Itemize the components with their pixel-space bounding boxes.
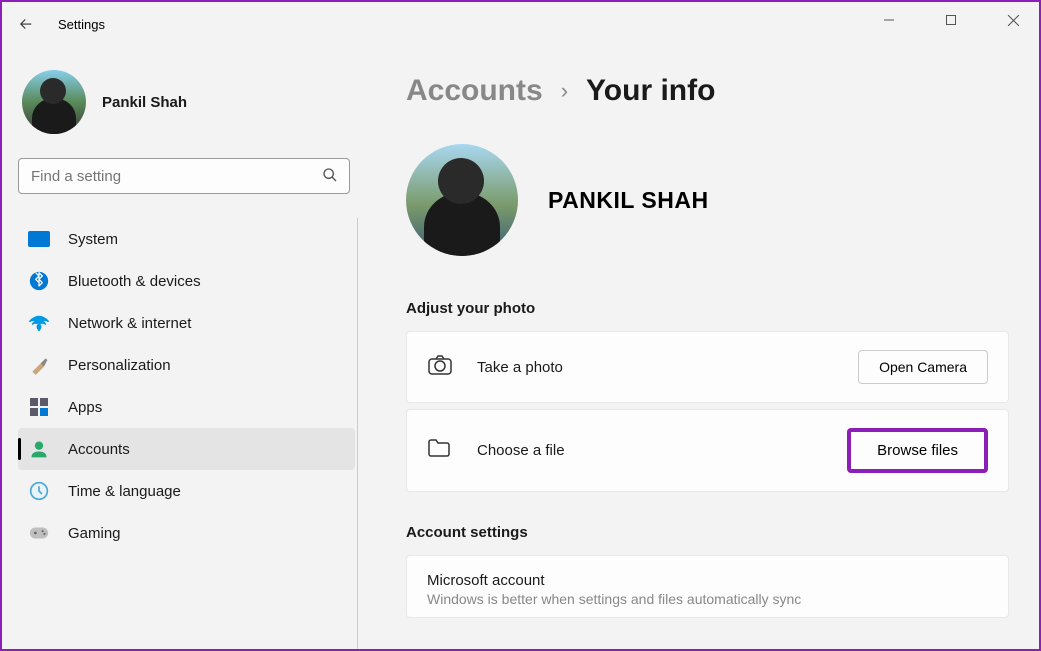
ms-account-title: Microsoft account [427, 572, 988, 589]
minimize-button[interactable] [869, 6, 909, 34]
microsoft-account-card[interactable]: Microsoft account Windows is better when… [406, 555, 1009, 618]
system-icon [28, 228, 50, 250]
nav-personalization[interactable]: Personalization [18, 344, 355, 386]
maximize-button[interactable] [931, 6, 971, 34]
take-photo-card: Take a photo Open Camera [406, 331, 1009, 403]
nav-label: Time & language [68, 483, 181, 500]
profile-display-name: PANKIL SHAH [548, 187, 709, 214]
choose-file-card: Choose a file Browse files [406, 409, 1009, 492]
nav-system[interactable]: System [18, 218, 355, 260]
ms-account-subtitle: Windows is better when settings and file… [427, 591, 988, 607]
sidebar-nav: System Bluetooth & devices Network & int… [18, 218, 358, 649]
search-input[interactable] [18, 158, 350, 194]
gamepad-icon [28, 522, 50, 544]
breadcrumb: Accounts › Your info [406, 74, 1009, 108]
close-button[interactable] [993, 6, 1033, 34]
window-title: Settings [58, 17, 105, 32]
nav-label: Accounts [68, 441, 130, 458]
nav-gaming[interactable]: Gaming [18, 512, 355, 554]
user-name: Pankil Shah [102, 94, 187, 111]
nav-label: System [68, 231, 118, 248]
browse-files-button[interactable]: Browse files [847, 428, 988, 473]
wifi-icon [28, 312, 50, 334]
clock-icon [28, 480, 50, 502]
nav-label: Network & internet [68, 315, 191, 332]
chevron-right-icon: › [561, 78, 568, 104]
account-settings-heading: Account settings [406, 524, 1009, 541]
nav-label: Personalization [68, 357, 171, 374]
apps-icon [28, 396, 50, 418]
open-camera-button[interactable]: Open Camera [858, 350, 988, 384]
choose-file-label: Choose a file [477, 442, 847, 459]
breadcrumb-current: Your info [586, 74, 715, 108]
nav-label: Gaming [68, 525, 121, 542]
nav-label: Bluetooth & devices [68, 273, 201, 290]
user-avatar-small [22, 70, 86, 134]
nav-label: Apps [68, 399, 102, 416]
user-avatar-large [406, 144, 518, 256]
nav-apps[interactable]: Apps [18, 386, 355, 428]
user-profile-block[interactable]: Pankil Shah [18, 62, 354, 154]
adjust-photo-heading: Adjust your photo [406, 300, 1009, 317]
breadcrumb-parent[interactable]: Accounts [406, 74, 543, 108]
nav-network[interactable]: Network & internet [18, 302, 355, 344]
camera-icon [427, 354, 455, 381]
nav-accounts[interactable]: Accounts [18, 428, 355, 470]
brush-icon [28, 354, 50, 376]
nav-time-language[interactable]: Time & language [18, 470, 355, 512]
nav-bluetooth[interactable]: Bluetooth & devices [18, 260, 355, 302]
take-photo-label: Take a photo [477, 359, 858, 376]
accounts-icon [28, 438, 50, 460]
folder-icon [427, 438, 455, 463]
back-button[interactable] [10, 8, 42, 40]
bluetooth-icon [28, 270, 50, 292]
